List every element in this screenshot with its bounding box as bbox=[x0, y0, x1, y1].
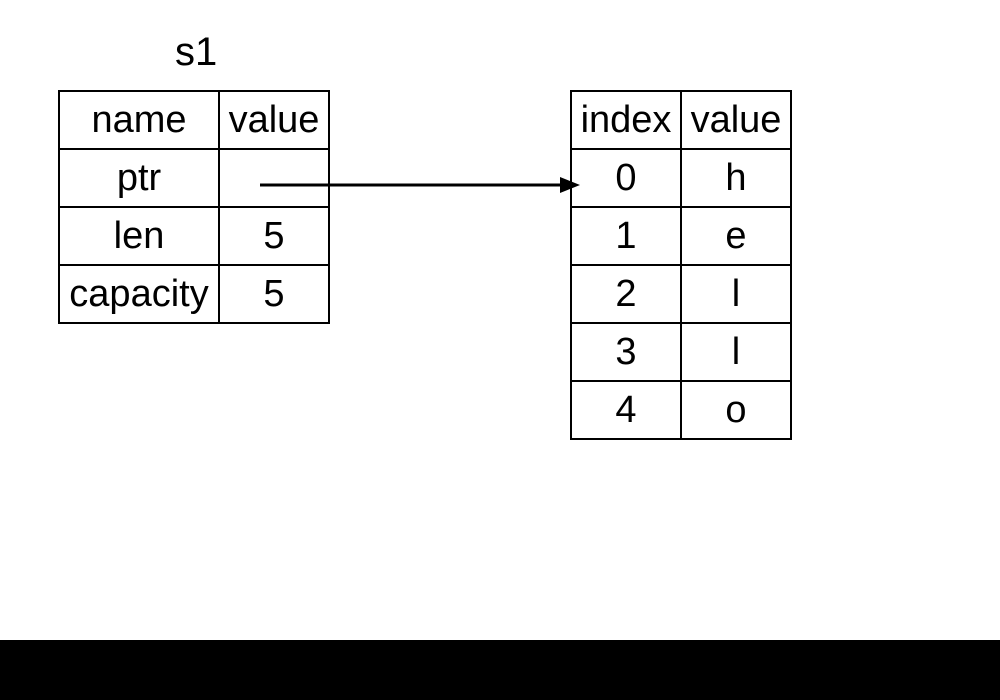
table-row: 0 h bbox=[571, 149, 791, 207]
diagram-panel: s1 name value ptr len 5 capacity 5 index… bbox=[0, 0, 1000, 640]
struct-table: name value ptr len 5 capacity 5 bbox=[58, 90, 330, 324]
cell-value: 5 bbox=[219, 207, 329, 265]
cell-name: len bbox=[59, 207, 219, 265]
cell-index: 1 bbox=[571, 207, 681, 265]
cell-value: l bbox=[681, 265, 791, 323]
table-row: 1 e bbox=[571, 207, 791, 265]
table-row: len 5 bbox=[59, 207, 329, 265]
header-name: name bbox=[59, 91, 219, 149]
header-index: index bbox=[571, 91, 681, 149]
struct-title: s1 bbox=[175, 30, 217, 75]
table-row: 2 l bbox=[571, 265, 791, 323]
cell-index: 0 bbox=[571, 149, 681, 207]
table-row: 4 o bbox=[571, 381, 791, 439]
cell-value: l bbox=[681, 323, 791, 381]
cell-index: 2 bbox=[571, 265, 681, 323]
table-header-row: name value bbox=[59, 91, 329, 149]
header-value: value bbox=[219, 91, 329, 149]
cell-value: e bbox=[681, 207, 791, 265]
cell-name: capacity bbox=[59, 265, 219, 323]
table-row: capacity 5 bbox=[59, 265, 329, 323]
header-value: value bbox=[681, 91, 791, 149]
cell-index: 4 bbox=[571, 381, 681, 439]
cell-value bbox=[219, 149, 329, 207]
cell-value: o bbox=[681, 381, 791, 439]
cell-name: ptr bbox=[59, 149, 219, 207]
cell-value: 5 bbox=[219, 265, 329, 323]
cell-index: 3 bbox=[571, 323, 681, 381]
table-row: 3 l bbox=[571, 323, 791, 381]
table-row: ptr bbox=[59, 149, 329, 207]
table-header-row: index value bbox=[571, 91, 791, 149]
heap-table: index value 0 h 1 e 2 l 3 l 4 o bbox=[570, 90, 792, 440]
cell-value: h bbox=[681, 149, 791, 207]
